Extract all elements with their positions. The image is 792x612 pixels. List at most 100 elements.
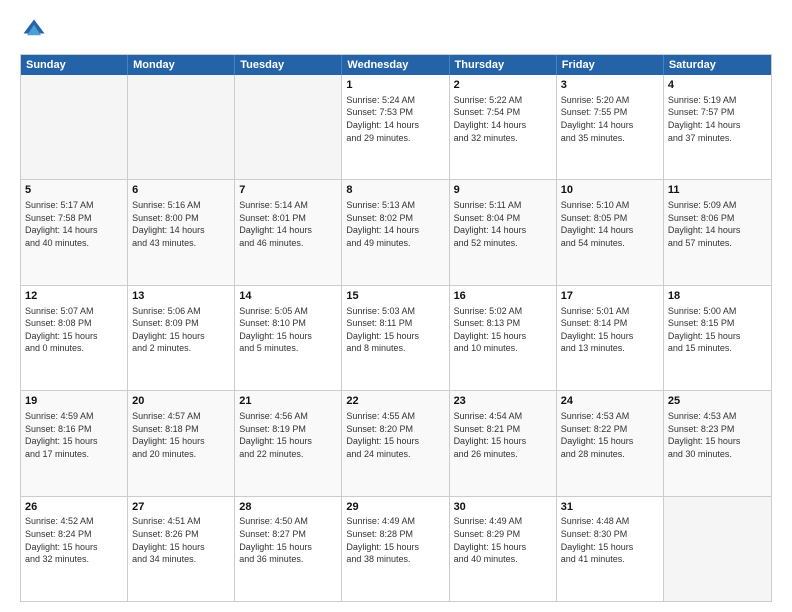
cell-text: Sunrise: 4:56 AM Sunset: 8:19 PM Dayligh… [239,410,337,460]
cell-text: Sunrise: 4:49 AM Sunset: 8:28 PM Dayligh… [346,515,444,565]
cell-text: Sunrise: 5:14 AM Sunset: 8:01 PM Dayligh… [239,199,337,249]
calendar-cell: 25Sunrise: 4:53 AM Sunset: 8:23 PM Dayli… [664,391,771,495]
calendar-row: 12Sunrise: 5:07 AM Sunset: 8:08 PM Dayli… [21,285,771,390]
calendar-row: 5Sunrise: 5:17 AM Sunset: 7:58 PM Daylig… [21,179,771,284]
cell-text: Sunrise: 4:52 AM Sunset: 8:24 PM Dayligh… [25,515,123,565]
calendar-cell: 23Sunrise: 4:54 AM Sunset: 8:21 PM Dayli… [450,391,557,495]
weekday-header: Sunday [21,55,128,75]
calendar-cell: 7Sunrise: 5:14 AM Sunset: 8:01 PM Daylig… [235,180,342,284]
calendar-row: 26Sunrise: 4:52 AM Sunset: 8:24 PM Dayli… [21,496,771,601]
day-number: 7 [239,183,337,198]
cell-text: Sunrise: 5:22 AM Sunset: 7:54 PM Dayligh… [454,94,552,144]
calendar-cell: 6Sunrise: 5:16 AM Sunset: 8:00 PM Daylig… [128,180,235,284]
weekday-header: Wednesday [342,55,449,75]
calendar-cell: 5Sunrise: 5:17 AM Sunset: 7:58 PM Daylig… [21,180,128,284]
cell-text: Sunrise: 5:10 AM Sunset: 8:05 PM Dayligh… [561,199,659,249]
day-number: 18 [668,289,767,304]
calendar-cell: 9Sunrise: 5:11 AM Sunset: 8:04 PM Daylig… [450,180,557,284]
calendar-cell: 12Sunrise: 5:07 AM Sunset: 8:08 PM Dayli… [21,286,128,390]
calendar-cell: 21Sunrise: 4:56 AM Sunset: 8:19 PM Dayli… [235,391,342,495]
calendar-cell: 27Sunrise: 4:51 AM Sunset: 8:26 PM Dayli… [128,497,235,601]
cell-text: Sunrise: 4:53 AM Sunset: 8:23 PM Dayligh… [668,410,767,460]
day-number: 23 [454,394,552,409]
calendar-cell: 29Sunrise: 4:49 AM Sunset: 8:28 PM Dayli… [342,497,449,601]
weekday-header: Tuesday [235,55,342,75]
day-number: 22 [346,394,444,409]
calendar-header: SundayMondayTuesdayWednesdayThursdayFrid… [21,55,771,75]
cell-text: Sunrise: 5:16 AM Sunset: 8:00 PM Dayligh… [132,199,230,249]
day-number: 16 [454,289,552,304]
calendar-cell: 30Sunrise: 4:49 AM Sunset: 8:29 PM Dayli… [450,497,557,601]
cell-text: Sunrise: 4:53 AM Sunset: 8:22 PM Dayligh… [561,410,659,460]
cell-text: Sunrise: 5:05 AM Sunset: 8:10 PM Dayligh… [239,305,337,355]
day-number: 29 [346,500,444,515]
calendar-body: 1Sunrise: 5:24 AM Sunset: 7:53 PM Daylig… [21,75,771,601]
day-number: 21 [239,394,337,409]
calendar-cell: 18Sunrise: 5:00 AM Sunset: 8:15 PM Dayli… [664,286,771,390]
day-number: 9 [454,183,552,198]
day-number: 26 [25,500,123,515]
calendar-cell: 14Sunrise: 5:05 AM Sunset: 8:10 PM Dayli… [235,286,342,390]
day-number: 11 [668,183,767,198]
cell-text: Sunrise: 5:11 AM Sunset: 8:04 PM Dayligh… [454,199,552,249]
cell-text: Sunrise: 5:19 AM Sunset: 7:57 PM Dayligh… [668,94,767,144]
cell-text: Sunrise: 5:00 AM Sunset: 8:15 PM Dayligh… [668,305,767,355]
cell-text: Sunrise: 4:55 AM Sunset: 8:20 PM Dayligh… [346,410,444,460]
calendar-cell [664,497,771,601]
cell-text: Sunrise: 5:13 AM Sunset: 8:02 PM Dayligh… [346,199,444,249]
cell-text: Sunrise: 4:57 AM Sunset: 8:18 PM Dayligh… [132,410,230,460]
calendar-cell: 31Sunrise: 4:48 AM Sunset: 8:30 PM Dayli… [557,497,664,601]
day-number: 13 [132,289,230,304]
page: SundayMondayTuesdayWednesdayThursdayFrid… [0,0,792,612]
calendar-cell: 24Sunrise: 4:53 AM Sunset: 8:22 PM Dayli… [557,391,664,495]
day-number: 15 [346,289,444,304]
day-number: 6 [132,183,230,198]
day-number: 27 [132,500,230,515]
cell-text: Sunrise: 5:07 AM Sunset: 8:08 PM Dayligh… [25,305,123,355]
weekday-header: Friday [557,55,664,75]
day-number: 24 [561,394,659,409]
calendar-cell [235,75,342,179]
calendar-row: 1Sunrise: 5:24 AM Sunset: 7:53 PM Daylig… [21,75,771,179]
calendar-cell: 2Sunrise: 5:22 AM Sunset: 7:54 PM Daylig… [450,75,557,179]
calendar-cell: 22Sunrise: 4:55 AM Sunset: 8:20 PM Dayli… [342,391,449,495]
day-number: 25 [668,394,767,409]
day-number: 2 [454,78,552,93]
cell-text: Sunrise: 5:20 AM Sunset: 7:55 PM Dayligh… [561,94,659,144]
header [20,16,772,44]
weekday-header: Saturday [664,55,771,75]
calendar-cell: 8Sunrise: 5:13 AM Sunset: 8:02 PM Daylig… [342,180,449,284]
day-number: 5 [25,183,123,198]
day-number: 17 [561,289,659,304]
calendar-cell: 16Sunrise: 5:02 AM Sunset: 8:13 PM Dayli… [450,286,557,390]
cell-text: Sunrise: 5:01 AM Sunset: 8:14 PM Dayligh… [561,305,659,355]
cell-text: Sunrise: 4:59 AM Sunset: 8:16 PM Dayligh… [25,410,123,460]
day-number: 20 [132,394,230,409]
calendar: SundayMondayTuesdayWednesdayThursdayFrid… [20,54,772,602]
day-number: 4 [668,78,767,93]
day-number: 30 [454,500,552,515]
cell-text: Sunrise: 5:06 AM Sunset: 8:09 PM Dayligh… [132,305,230,355]
day-number: 14 [239,289,337,304]
calendar-cell: 20Sunrise: 4:57 AM Sunset: 8:18 PM Dayli… [128,391,235,495]
calendar-cell [21,75,128,179]
day-number: 1 [346,78,444,93]
cell-text: Sunrise: 4:48 AM Sunset: 8:30 PM Dayligh… [561,515,659,565]
day-number: 12 [25,289,123,304]
logo-icon [20,16,48,44]
day-number: 19 [25,394,123,409]
calendar-cell: 3Sunrise: 5:20 AM Sunset: 7:55 PM Daylig… [557,75,664,179]
day-number: 10 [561,183,659,198]
calendar-cell: 13Sunrise: 5:06 AM Sunset: 8:09 PM Dayli… [128,286,235,390]
day-number: 3 [561,78,659,93]
calendar-cell: 26Sunrise: 4:52 AM Sunset: 8:24 PM Dayli… [21,497,128,601]
day-number: 8 [346,183,444,198]
day-number: 28 [239,500,337,515]
day-number: 31 [561,500,659,515]
calendar-cell: 15Sunrise: 5:03 AM Sunset: 8:11 PM Dayli… [342,286,449,390]
calendar-row: 19Sunrise: 4:59 AM Sunset: 8:16 PM Dayli… [21,390,771,495]
weekday-header: Monday [128,55,235,75]
weekday-header: Thursday [450,55,557,75]
cell-text: Sunrise: 5:24 AM Sunset: 7:53 PM Dayligh… [346,94,444,144]
cell-text: Sunrise: 4:54 AM Sunset: 8:21 PM Dayligh… [454,410,552,460]
